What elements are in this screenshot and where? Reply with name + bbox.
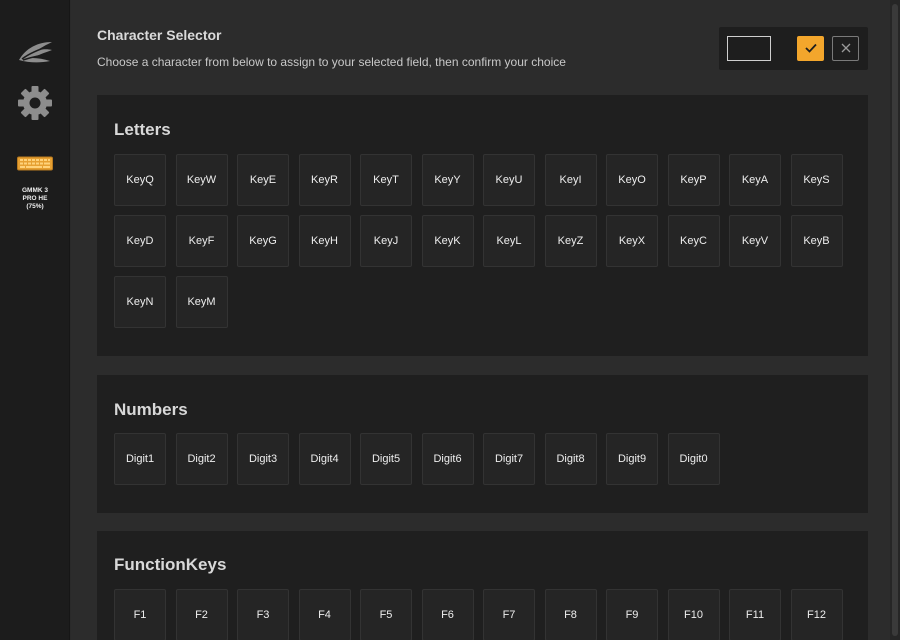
key-button[interactable]: KeyT	[360, 154, 412, 206]
key-button[interactable]: KeyQ	[114, 154, 166, 206]
key-button[interactable]: F12	[790, 589, 843, 640]
key-button[interactable]: KeyK	[421, 215, 474, 267]
function-keys-key-grid: F1 F2 F3 F4 F5 F6 F7 F8 F9 F10 F11 F12	[114, 589, 854, 640]
key-button[interactable]: F4	[298, 589, 351, 640]
key-button[interactable]: KeyD	[114, 215, 166, 267]
key-button[interactable]: KeyU	[483, 154, 535, 206]
key-button[interactable]: KeyY	[421, 154, 474, 206]
confirm-button[interactable]	[797, 36, 824, 61]
key-button[interactable]: Digit8	[544, 433, 597, 485]
function-keys-section: FunctionKeys F1 F2 F3 F4 F5 F6 F7 F8 F9 F10 F11 F12	[97, 531, 868, 640]
key-button[interactable]: Digit6	[421, 433, 474, 485]
key-button[interactable]: F5	[360, 589, 412, 640]
key-button[interactable]: Digit2	[175, 433, 228, 485]
key-button[interactable]: F10	[667, 589, 720, 640]
section-title-function-keys: FunctionKeys	[114, 555, 227, 574]
letters-section: Letters KeyQ KeyW KeyE KeyR KeyT KeyY KeyU KeyI…	[97, 95, 868, 356]
key-button[interactable]: KeyF	[175, 215, 228, 267]
sidebar: GMMK 3 PRO HE (75%)	[0, 0, 70, 640]
key-button[interactable]: KeyI	[544, 154, 597, 206]
key-button[interactable]: KeyA	[729, 154, 781, 206]
key-button[interactable]: F8	[544, 589, 597, 640]
key-button[interactable]: KeyN	[114, 276, 166, 328]
key-button[interactable]: KeyW	[175, 154, 228, 206]
page-subtitle: Choose a character from below to assign …	[97, 55, 566, 69]
feather-wing-icon[interactable]	[16, 36, 54, 68]
key-button[interactable]: KeyZ	[544, 215, 597, 267]
section-title-letters: Letters	[114, 120, 171, 139]
keyboard-icon	[0, 155, 70, 173]
key-button[interactable]: KeyP	[667, 154, 720, 206]
key-button[interactable]: Digit1	[114, 433, 166, 485]
checkmark-icon	[804, 41, 817, 56]
gear-icon[interactable]	[15, 83, 55, 123]
key-button[interactable]: F1	[114, 589, 166, 640]
key-button[interactable]: KeyJ	[360, 215, 412, 267]
key-button[interactable]: KeyH	[298, 215, 351, 267]
key-button[interactable]: F3	[237, 589, 289, 640]
section-title-numbers: Numbers	[114, 400, 188, 419]
key-button[interactable]: KeyX	[606, 215, 658, 267]
device-label: GMMK 3 PRO HE (75%)	[22, 187, 48, 210]
key-button[interactable]: KeyL	[483, 215, 535, 267]
character-selector-dialog: Character Selector Choose a character fr…	[71, 0, 900, 640]
key-button[interactable]: F11	[729, 589, 781, 640]
numbers-section: Numbers Digit1 Digit2 Digit3 Digit4 Digit5 Di…	[97, 375, 868, 513]
key-button[interactable]: Digit5	[360, 433, 412, 485]
key-button[interactable]: Digit7	[483, 433, 535, 485]
letters-key-grid: KeyQ KeyW KeyE KeyR KeyT KeyY KeyU KeyI KeyO KeyP…	[114, 154, 854, 328]
key-button[interactable]: F7	[483, 589, 535, 640]
selected-character-field[interactable]	[727, 36, 771, 61]
key-button[interactable]: Digit9	[606, 433, 658, 485]
scrollbar[interactable]	[890, 0, 900, 640]
key-button[interactable]: Digit3	[237, 433, 289, 485]
key-button[interactable]: KeyV	[729, 215, 781, 267]
key-button[interactable]: KeyO	[606, 154, 658, 206]
key-button[interactable]: F9	[606, 589, 658, 640]
page-title: Character Selector	[97, 27, 222, 43]
key-button[interactable]: KeyG	[237, 215, 289, 267]
key-button[interactable]: F2	[175, 589, 228, 640]
key-button[interactable]: KeyM	[175, 276, 228, 328]
key-button[interactable]: KeyE	[237, 154, 289, 206]
numbers-key-grid: Digit1 Digit2 Digit3 Digit4 Digit5 Digit6 Digi…	[114, 433, 854, 485]
key-button[interactable]: KeyC	[667, 215, 720, 267]
key-button[interactable]: KeyR	[298, 154, 351, 206]
key-button[interactable]: Digit4	[298, 433, 351, 485]
close-icon	[841, 41, 851, 56]
scrollbar-thumb[interactable]	[892, 4, 898, 636]
key-button[interactable]: F6	[421, 589, 474, 640]
key-button[interactable]: KeyS	[790, 154, 843, 206]
confirm-bar	[719, 27, 868, 70]
key-button[interactable]: Digit0	[667, 433, 720, 485]
cancel-button[interactable]	[832, 36, 859, 61]
key-button[interactable]: KeyB	[790, 215, 843, 267]
device-item[interactable]: GMMK 3 PRO HE (75%)	[0, 155, 70, 211]
